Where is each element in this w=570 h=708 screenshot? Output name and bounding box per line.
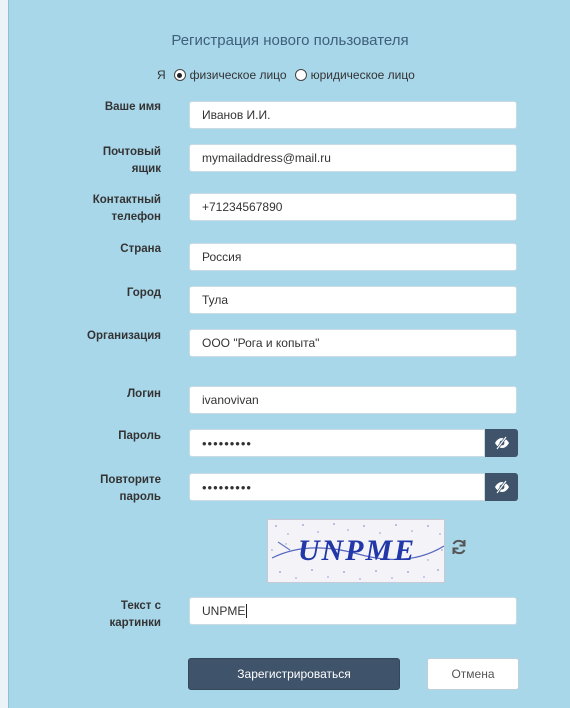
form-title: Регистрация нового пользователя: [171, 32, 409, 49]
eye-slash-icon: [494, 436, 509, 450]
phone-label-line2: телефон: [111, 211, 161, 223]
password-repeat-input[interactable]: •••••••••: [189, 473, 485, 501]
password-repeat-value: •••••••••: [202, 479, 252, 495]
email-input[interactable]: mymailaddress@mail.ru: [189, 144, 517, 172]
captcha-text-label-line2: картинки: [109, 617, 162, 629]
name-label: Ваше имя: [104, 101, 161, 113]
refresh-icon: [452, 539, 466, 555]
country-input[interactable]: Россия: [189, 243, 517, 271]
password-repeat-label-line1: Повторите: [100, 474, 161, 486]
email-label: Почтовый ящик: [51, 144, 161, 178]
phone-label-line1: Контактный: [92, 194, 161, 206]
email-label-line2: ящик: [131, 163, 161, 175]
text-cursor: [246, 604, 248, 618]
password-toggle-button[interactable]: [485, 429, 518, 457]
radio-unchecked-icon: [294, 69, 307, 81]
radio-checked-icon: [173, 69, 186, 81]
city-label: Город: [126, 287, 161, 299]
cancel-button[interactable]: Отмена: [427, 658, 519, 690]
person-type-group: Я физическое лицо юридическое лицо: [157, 68, 415, 82]
captcha-text-value: UNPME: [202, 604, 246, 618]
email-label-line1: Почтовый: [102, 146, 161, 158]
registration-panel: Регистрация нового пользователя Я физиче…: [8, 0, 570, 708]
radio-individual-label: физическое лицо: [189, 68, 287, 82]
password-input[interactable]: •••••••••: [189, 429, 485, 457]
phone-label: Контактный телефон: [51, 192, 161, 226]
captcha-refresh-button[interactable]: [449, 537, 469, 557]
radio-legal-entity-label: юридическое лицо: [310, 68, 415, 82]
radio-individual[interactable]: физическое лицо: [173, 68, 287, 82]
country-label: Страна: [120, 243, 161, 255]
captcha-text-input[interactable]: UNPME: [189, 597, 517, 625]
organization-label: Организация: [87, 330, 161, 342]
captcha-image-text: UNPME: [297, 534, 417, 567]
captcha-text-label-line1: Текст с: [120, 600, 161, 612]
password-repeat-label: Повторите пароль: [51, 472, 161, 506]
login-label: Логин: [127, 388, 161, 400]
organization-input[interactable]: ООО "Рога и копыта": [189, 329, 517, 357]
login-input[interactable]: ivanovivan: [189, 386, 517, 414]
password-label: Пароль: [118, 430, 161, 442]
city-input[interactable]: Тула: [189, 286, 517, 314]
phone-input[interactable]: +71234567890: [189, 193, 517, 221]
name-input[interactable]: Иванов И.И.: [189, 101, 517, 129]
person-type-prefix: Я: [157, 68, 166, 82]
captcha-text-label: Текст с картинки: [51, 598, 162, 632]
eye-slash-icon: [494, 480, 509, 494]
password-repeat-label-line2: пароль: [119, 491, 161, 503]
radio-legal-entity[interactable]: юридическое лицо: [294, 68, 415, 82]
password-value: •••••••••: [202, 435, 252, 451]
register-button[interactable]: Зарегистрироваться: [188, 658, 400, 690]
password-repeat-toggle-button[interactable]: [485, 473, 518, 501]
captcha-image: UNPME: [267, 519, 445, 583]
